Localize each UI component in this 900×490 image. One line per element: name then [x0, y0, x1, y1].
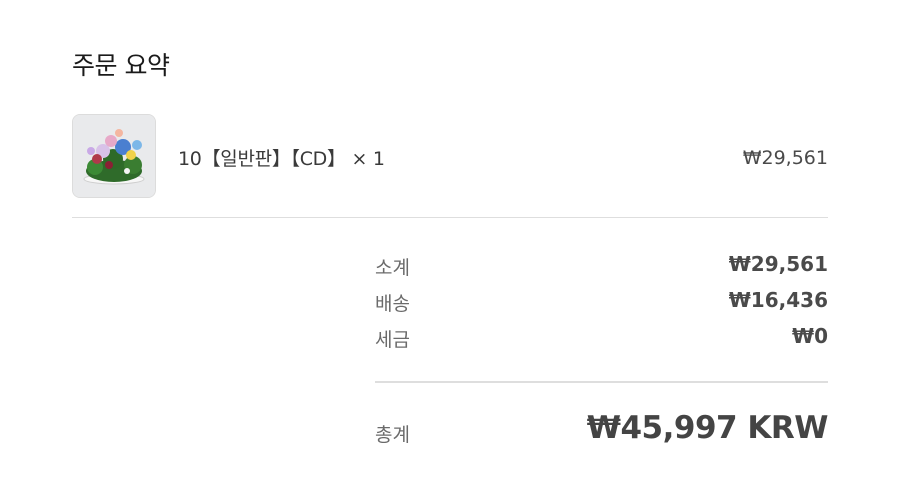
shipping-label: 배송 [375, 293, 410, 315]
subtotal-label: 소계 [375, 257, 410, 279]
divider [375, 381, 828, 383]
product-name: 10【일반판】【CD】 × 1 [178, 144, 385, 171]
price-breakdown: 소계 ₩29,561 배송 ₩16,436 세금 ₩0 [375, 250, 828, 358]
shipping-value: ₩16,436 [728, 288, 828, 312]
total-label: 총계 [375, 424, 410, 446]
product-quantity: × 1 [351, 148, 385, 170]
subtotal-row: 소계 ₩29,561 [375, 250, 828, 286]
tax-value: ₩0 [792, 324, 828, 348]
product-title: 10【일반판】【CD】 [178, 148, 346, 170]
order-summary-title: 주문 요약 [72, 51, 170, 80]
shipping-row: 배송 ₩16,436 [375, 286, 828, 322]
divider [72, 217, 828, 218]
subtotal-value: ₩29,561 [728, 252, 828, 276]
line-item: 10【일반판】【CD】 × 1 ₩29,561 [72, 114, 828, 198]
total-value: ₩45,997 KRW [586, 410, 829, 446]
tax-label: 세금 [375, 329, 410, 351]
product-price: ₩29,561 [742, 147, 828, 169]
total-row: 총계 ₩45,997 KRW [375, 408, 829, 452]
order-summary: 주문 요약 10【일반판】【CD】 × 1 ₩29,561 소계 ₩29,561… [0, 0, 900, 490]
product-thumbnail [72, 114, 156, 198]
tax-row: 세금 ₩0 [375, 322, 828, 358]
